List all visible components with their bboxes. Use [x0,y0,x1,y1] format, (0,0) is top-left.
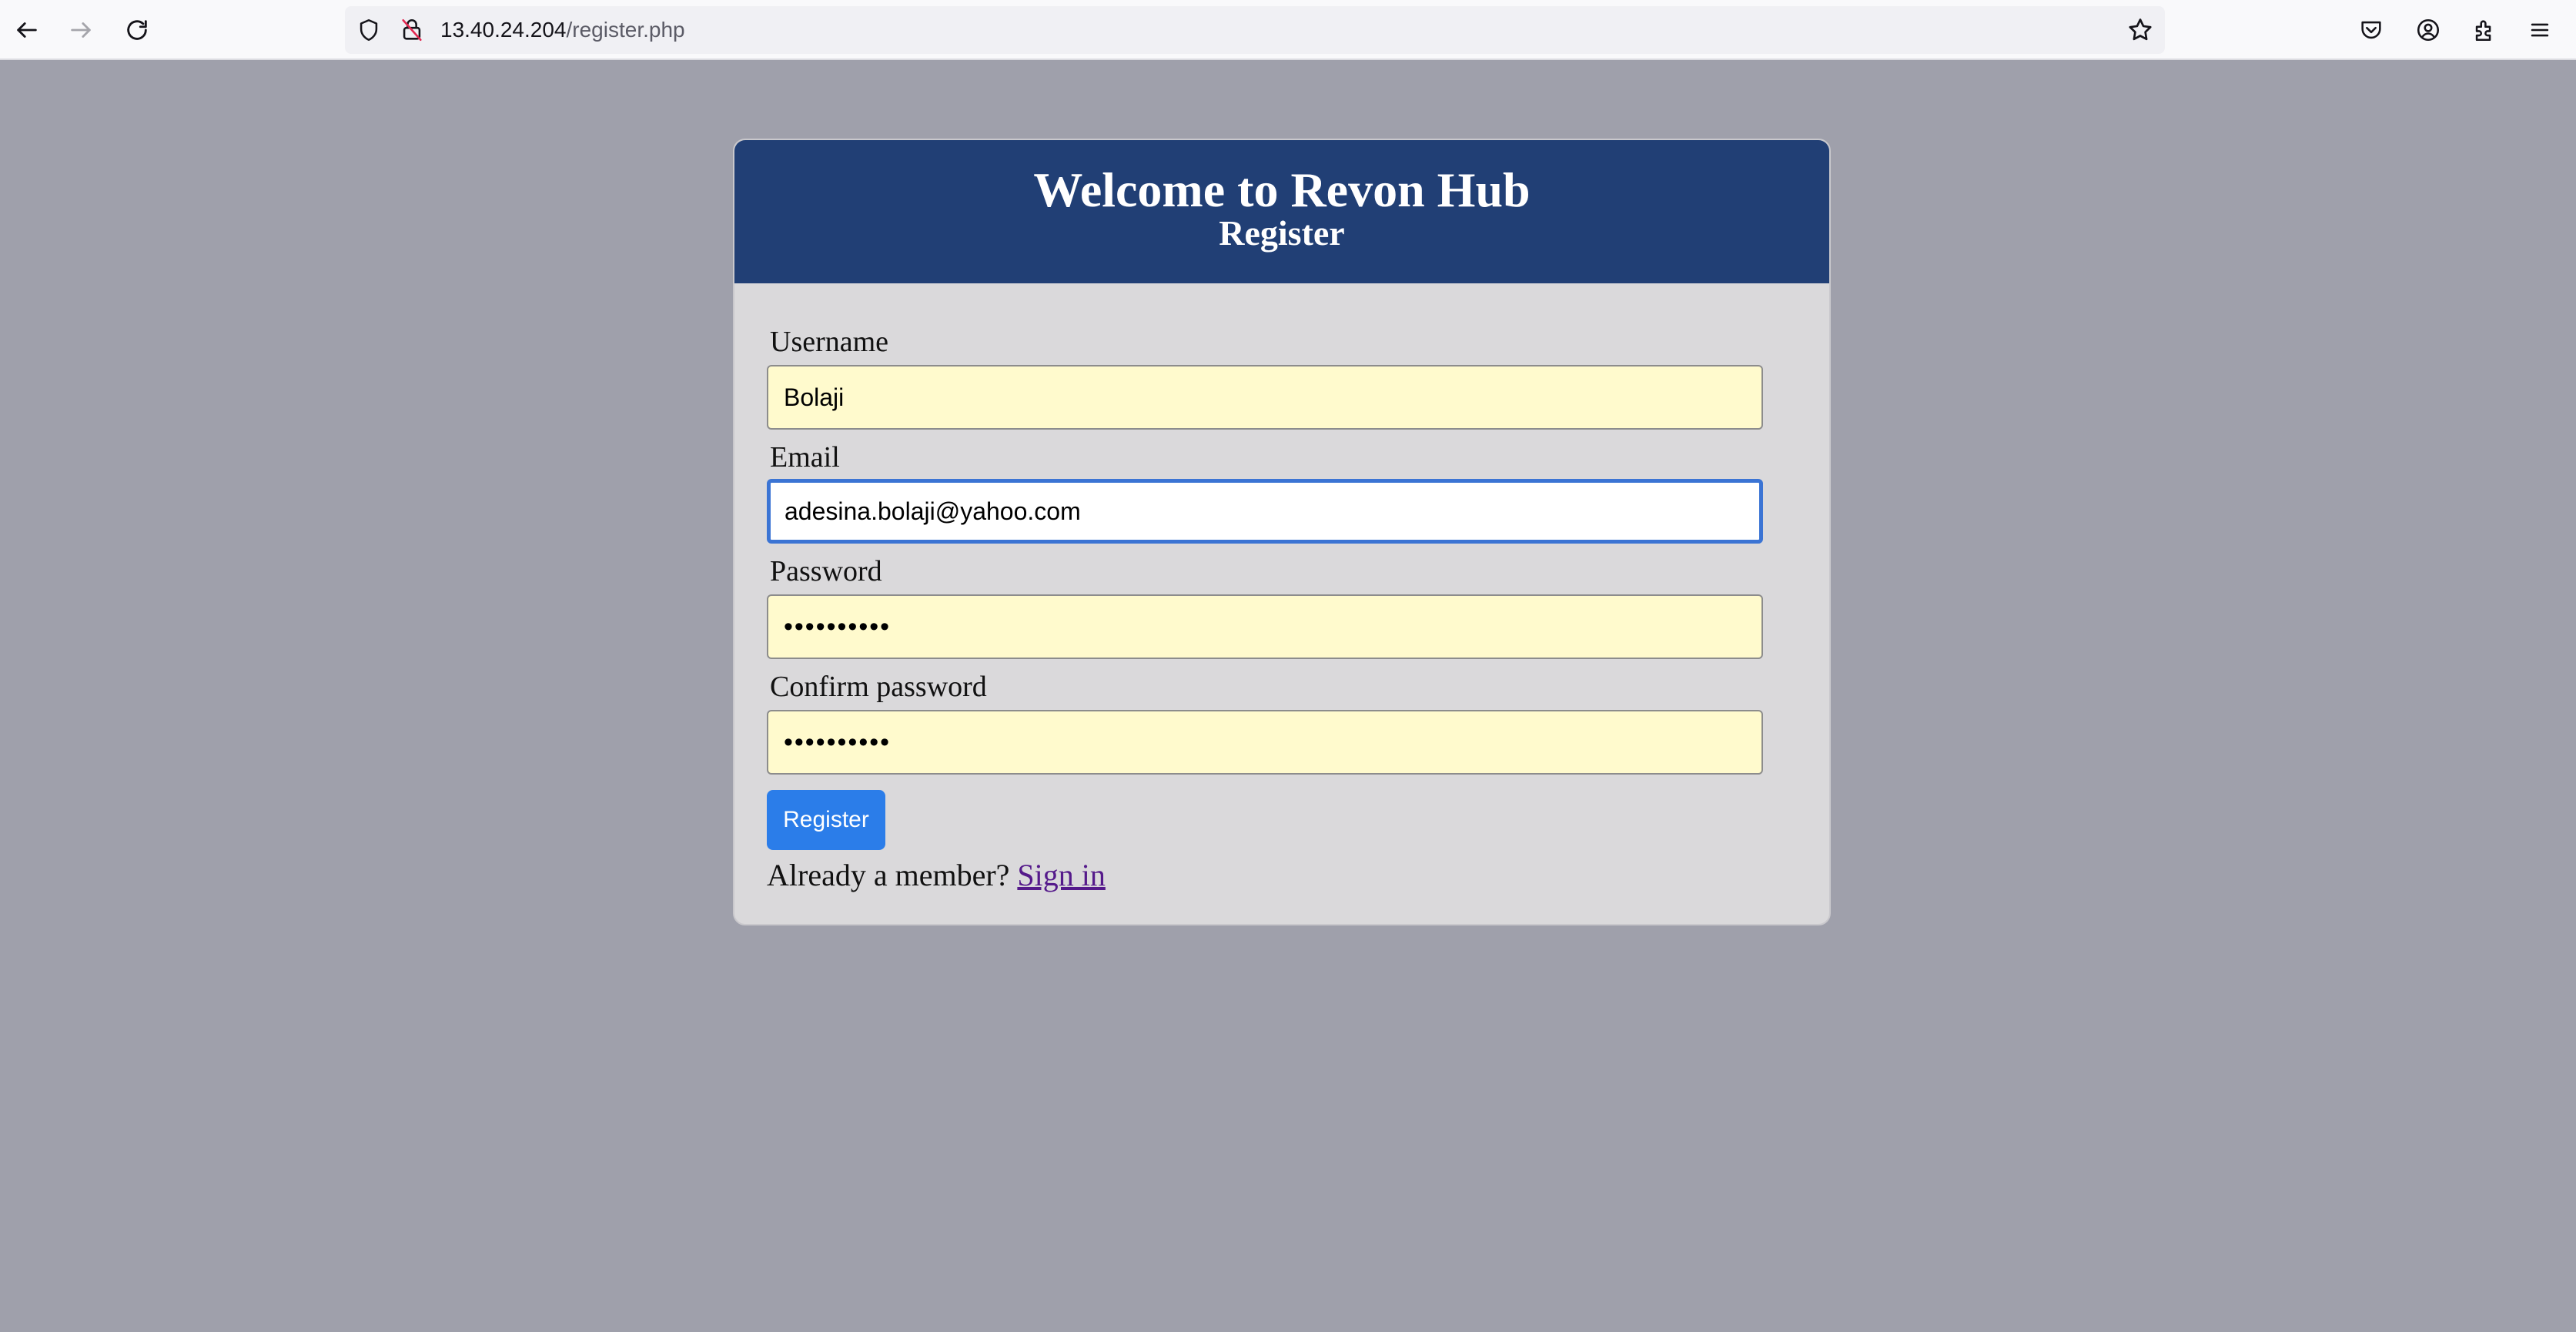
back-button[interactable] [8,11,46,49]
back-icon [17,22,37,38]
pocket-icon [2361,21,2381,39]
card-header: Welcome to Revon Hub Register [734,140,1829,283]
register-button[interactable]: Register [767,790,885,850]
reload-button[interactable] [118,11,156,49]
insecure-lock-icon[interactable] [399,17,425,43]
confirm-password-label: Confirm password [770,671,987,703]
page-subtitle: Register [1219,213,1345,253]
sign-in-link[interactable]: Sign in [1017,858,1105,892]
account-icon [2417,18,2440,42]
password-label: Password [770,555,882,587]
email-label: Email [770,441,840,474]
url-host: 13.40.24.204 [440,18,567,42]
member-text: Already a member? [767,858,1010,892]
username-label: Username [770,326,889,358]
address-bar[interactable]: 13.40.24.204/register.php [345,6,2165,54]
extensions-icon [2475,20,2491,42]
forward-icon [71,22,91,38]
extensions-button[interactable] [2467,12,2502,48]
page-title: Welcome to Revon Hub [1033,162,1531,217]
browser-toolbar: 13.40.24.204/register.php [0,0,2576,60]
shield-icon[interactable] [356,17,382,43]
register-card: Welcome to Revon Hub Register Username E… [733,139,1831,925]
email-input[interactable] [767,479,1763,544]
reload-icon [127,20,147,40]
pocket-button[interactable] [2354,12,2389,48]
app-menu-button[interactable] [2522,12,2558,48]
member-line: Already a member? Sign in [767,856,1106,895]
forward-button[interactable] [62,11,100,49]
url-path: /register.php [566,18,685,42]
username-input[interactable] [767,365,1763,430]
url-text[interactable]: 13.40.24.204/register.php [440,6,685,54]
confirm-password-input[interactable] [767,710,1763,775]
menu-icon [2531,23,2549,37]
password-input[interactable] [767,594,1763,659]
bookmark-star-icon[interactable] [2126,16,2154,44]
account-button[interactable] [2410,12,2446,48]
